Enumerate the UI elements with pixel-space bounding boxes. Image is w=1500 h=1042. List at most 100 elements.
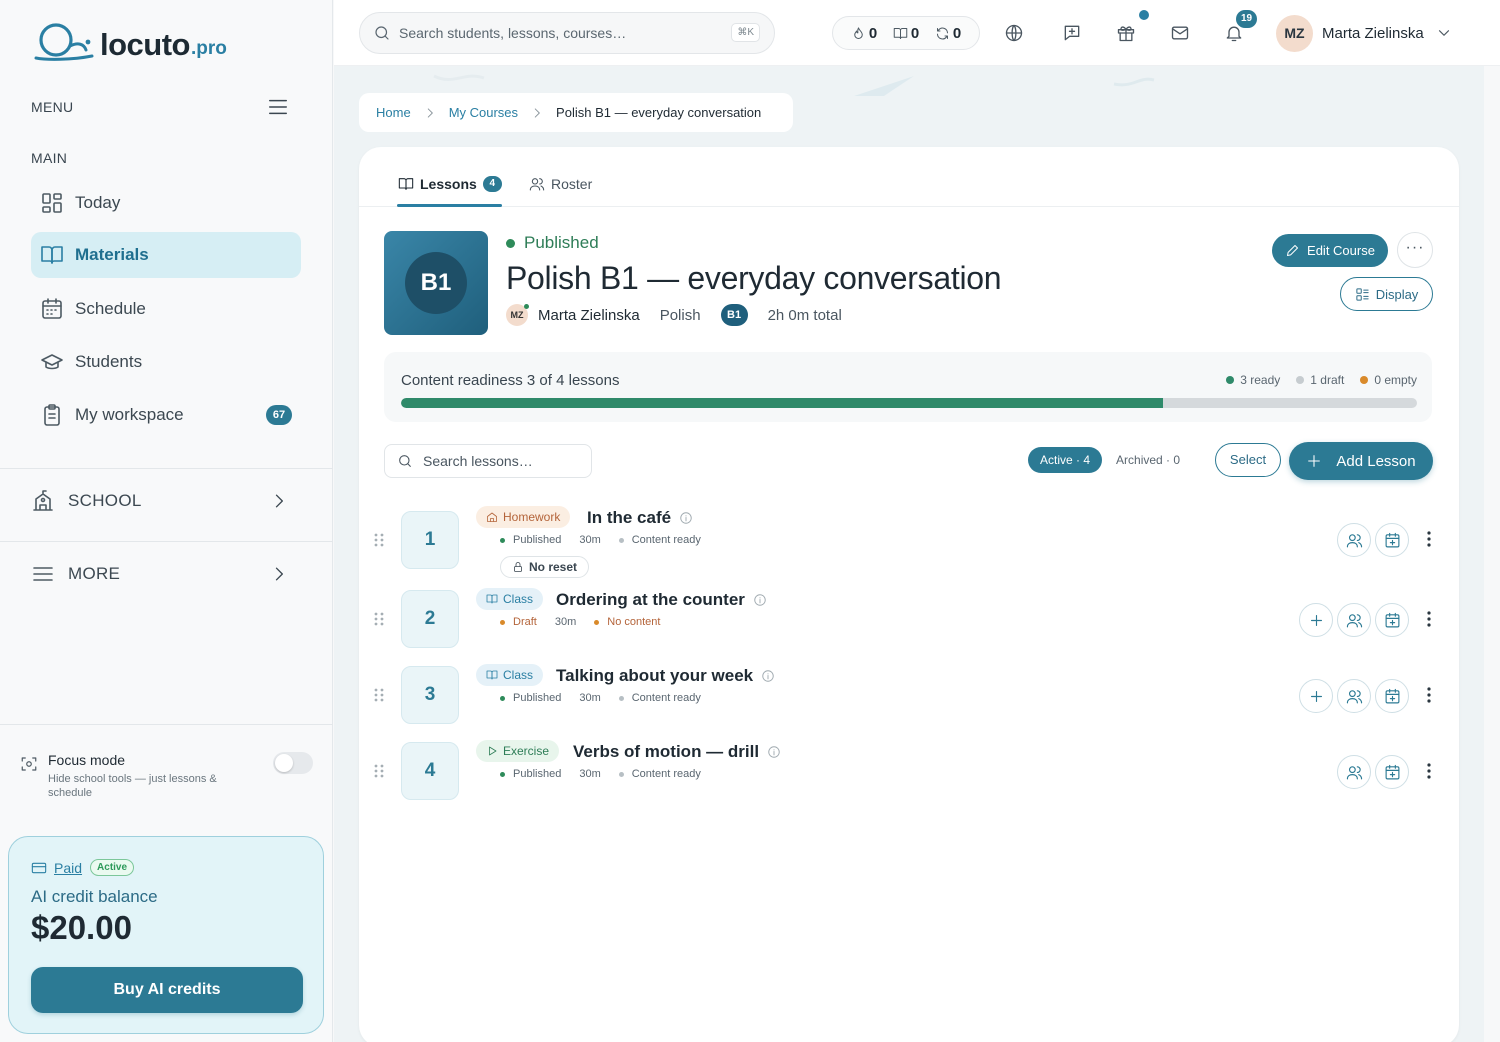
globe-icon[interactable] — [1004, 23, 1024, 43]
schedule-lesson-button[interactable] — [1375, 679, 1409, 713]
add-content-button[interactable] — [1299, 679, 1333, 713]
drag-handle-icon[interactable] — [373, 687, 385, 703]
search-icon — [399, 455, 411, 467]
tab-lessons[interactable]: Lessons 4 — [398, 176, 502, 192]
assign-students-button[interactable] — [1337, 603, 1371, 637]
sidebar-item-today[interactable]: Today — [31, 180, 301, 226]
schedule-lesson-button[interactable] — [1375, 755, 1409, 789]
schedule-lesson-button[interactable] — [1375, 523, 1409, 557]
assign-students-button[interactable] — [1337, 755, 1371, 789]
course-tabs: Lessons 4 Roster — [359, 147, 1459, 207]
breadcrumb-current: Polish B1 — everyday conversation — [556, 105, 762, 120]
select-button[interactable]: Select — [1215, 443, 1281, 477]
lesson-row[interactable]: 4 Exercise Verbs of motion — drill Publi… — [359, 739, 1459, 809]
user-name[interactable]: Marta Zielinska — [1322, 25, 1424, 42]
lesson-row[interactable]: 3 Class Talking about your week Publishe… — [359, 663, 1459, 733]
dashboard-icon — [42, 193, 62, 213]
lesson-filter-segment: Active · 4 Archived · 0 — [1028, 447, 1194, 473]
lesson-row[interactable]: 2 Class Ordering at the counter Draft 30… — [359, 587, 1459, 657]
sidebar-item-label: Materials — [75, 245, 149, 264]
gift-icon[interactable] — [1116, 23, 1136, 43]
breadcrumb-my-courses[interactable]: My Courses — [449, 105, 518, 120]
sidebar: locuto .pro MENU MAIN Today Materials Sc… — [0, 0, 333, 1042]
kebab-menu-icon[interactable] — [1422, 761, 1436, 781]
sidebar-item-my-workspace[interactable]: My workspace 67 — [31, 392, 301, 438]
book-icon — [41, 246, 63, 264]
filter-archived[interactable]: Archived · 0 — [1102, 447, 1194, 473]
drag-handle-icon[interactable] — [373, 611, 385, 627]
content-readiness: Content readiness 3 of 4 lessons 3 ready… — [384, 352, 1432, 422]
schedule-lesson-button[interactable] — [1375, 603, 1409, 637]
assign-students-button[interactable] — [1337, 523, 1371, 557]
repeat-stat: 0 — [935, 25, 961, 42]
tab-roster[interactable]: Roster — [529, 176, 592, 192]
lesson-type-label: Class — [503, 592, 534, 606]
plan-status-badge: Active — [90, 859, 135, 876]
logo-text: locuto — [100, 27, 191, 62]
sidebar-item-students[interactable]: Students — [31, 339, 301, 385]
stats-pill[interactable]: 0 0 0 — [832, 16, 980, 50]
hamburger-icon[interactable] — [267, 96, 289, 118]
sidebar-item-materials[interactable]: Materials — [31, 232, 301, 278]
info-icon[interactable] — [753, 593, 767, 607]
lesson-title[interactable]: Verbs of motion — drill — [573, 742, 781, 762]
lesson-title[interactable]: Talking about your week — [556, 666, 775, 686]
clipboard-icon — [44, 404, 60, 426]
lesson-type-label: Class — [503, 668, 534, 682]
sidebar-section-school[interactable]: SCHOOL — [31, 481, 293, 521]
lesson-title[interactable]: In the café — [587, 508, 693, 528]
lesson-title[interactable]: Ordering at the counter — [556, 590, 767, 610]
main-section-label: MAIN — [31, 150, 68, 166]
info-icon[interactable] — [767, 745, 781, 759]
drag-handle-icon[interactable] — [373, 763, 385, 779]
display-button[interactable]: Display — [1340, 277, 1433, 311]
kebab-menu-icon[interactable] — [1422, 529, 1436, 549]
chevron-right-icon — [275, 567, 283, 581]
info-icon[interactable] — [761, 669, 775, 683]
edit-course-button[interactable]: Edit Course — [1272, 234, 1388, 267]
drag-handle-icon[interactable] — [373, 532, 385, 548]
search-shortcut: ⌘K — [731, 23, 760, 42]
user-avatar[interactable]: MZ — [1276, 15, 1313, 52]
lesson-content-status: Content ready — [631, 534, 701, 546]
course-more-button[interactable]: ··· — [1397, 232, 1433, 268]
assign-students-button[interactable] — [1337, 679, 1371, 713]
lock-icon — [514, 562, 522, 572]
lesson-status: Draft — [513, 616, 537, 628]
book-icon — [398, 178, 414, 190]
mail-icon[interactable] — [1170, 23, 1190, 43]
sidebar-item-schedule[interactable]: Schedule — [31, 286, 301, 332]
add-content-button[interactable] — [1299, 603, 1333, 637]
feedback-icon[interactable] — [1062, 23, 1082, 43]
list-icon — [33, 567, 53, 581]
tab-lessons-count: 4 — [482, 176, 502, 192]
plan-link[interactable]: Paid — [54, 860, 82, 876]
chevron-down-icon[interactable] — [1435, 24, 1453, 42]
calendar-plus-icon — [1385, 764, 1399, 779]
readiness-label: Content readiness 3 of 4 lessons — [401, 372, 620, 389]
kebab-menu-icon[interactable] — [1422, 609, 1436, 629]
buy-credits-button[interactable]: Buy AI credits — [31, 967, 303, 1013]
lesson-type-badge: Homework — [476, 506, 571, 528]
course-language: Polish — [659, 306, 701, 324]
add-lesson-button[interactable]: Add Lesson — [1289, 442, 1433, 480]
global-search-input[interactable]: Search students, lessons, courses… ⌘K — [359, 12, 775, 54]
course-level-badge: B1 — [720, 304, 748, 326]
logo[interactable]: locuto .pro — [32, 20, 227, 64]
kebab-menu-icon[interactable] — [1422, 685, 1436, 705]
focus-icon — [21, 757, 37, 771]
lesson-meta: Published 30m Content ready — [500, 692, 701, 704]
breadcrumb-home[interactable]: Home — [376, 105, 411, 120]
lesson-row[interactable]: 1 Homework In the café Published 30m Con… — [359, 505, 1459, 578]
chevron-right-icon — [427, 107, 433, 118]
sidebar-section-more[interactable]: MORE — [31, 554, 293, 594]
lesson-search-input[interactable]: Search lessons… — [384, 444, 592, 478]
plan-row: Paid Active — [31, 859, 135, 876]
lesson-content-status: Content ready — [631, 768, 701, 780]
plus-icon — [1310, 614, 1322, 626]
focus-mode-toggle[interactable] — [273, 752, 313, 774]
filter-active[interactable]: Active · 4 — [1028, 447, 1103, 473]
lesson-meta: Published 30m Content ready — [500, 768, 701, 780]
info-icon[interactable] — [679, 511, 693, 525]
plus-icon — [1308, 455, 1321, 467]
